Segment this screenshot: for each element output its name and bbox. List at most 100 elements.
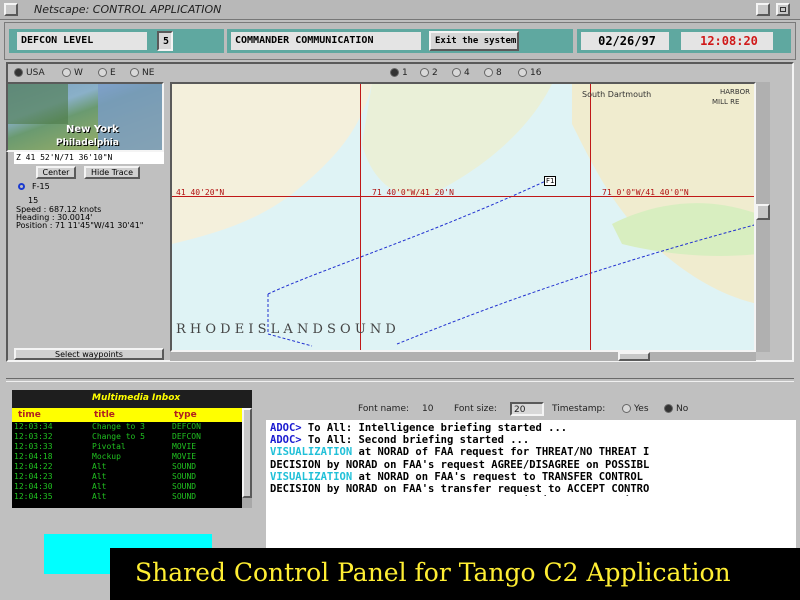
panel-divider	[6, 378, 794, 382]
track-marker[interactable]: F1	[544, 176, 557, 186]
land-mass-central	[362, 84, 552, 197]
maximize-button[interactable]	[776, 3, 790, 16]
log-line: VISUALIZATION at NORAD of FAA request fo…	[270, 446, 649, 458]
track-id: F-15	[32, 182, 50, 191]
inbox-row[interactable]: 12:03:32 Change to 5 DEFCON	[12, 432, 252, 442]
inbox-row[interactable]: 12:04:22 Alt SOUND	[12, 462, 252, 472]
log-prefix: VISUALIZATION	[270, 446, 353, 459]
log-line: DECISION by NORAD on FAA's request AGREE…	[270, 459, 649, 471]
overview-map[interactable]: New York Philadelphia	[6, 82, 164, 152]
log-text: at NORAD on FAA's request to TRANSFER CO…	[352, 470, 643, 483]
grid-coordinate: 71 0'0"W/41 40'0"N	[602, 188, 689, 197]
date-display: 02/26/97	[581, 32, 669, 50]
log-line: ADOC> To All: Intelligence briefing star…	[270, 422, 567, 434]
track-sub: 15	[28, 196, 39, 205]
scroll-thumb[interactable]	[618, 352, 650, 361]
time-display: 12:08:20	[681, 32, 773, 50]
inbox-row[interactable]: 12:04:18 Mockup MOVIE	[12, 452, 252, 462]
radio-icon	[62, 68, 71, 77]
inbox-title: Multimedia Inbox	[92, 393, 181, 403]
center-button[interactable]: Center	[36, 166, 76, 179]
grid-line	[590, 84, 591, 350]
region-option-usa[interactable]: USA	[14, 68, 45, 78]
radio-icon	[14, 68, 23, 77]
map-label-new-york: New York	[66, 124, 119, 135]
inbox-row[interactable]: 12:04:35 Alt SOUND	[12, 492, 252, 502]
inbox-table: time title type 12:03:34 Change to 3 DEFCO…	[12, 408, 252, 508]
defcon-label: DEFCON LEVEL	[17, 32, 147, 50]
position-readout: Z 41 52'N/71 36'10"N	[14, 152, 164, 164]
radio-icon	[484, 68, 493, 77]
region-option-e[interactable]: E	[98, 68, 116, 78]
defcon-group: DEFCON LEVEL 5	[9, 29, 224, 53]
font-name-label: Font name:	[358, 404, 410, 414]
scroll-thumb[interactable]	[756, 204, 770, 220]
timestamp-yes-option[interactable]: Yes	[622, 404, 649, 414]
map-horizontal-scrollbar[interactable]	[170, 352, 756, 361]
region-option-w[interactable]: W	[62, 68, 83, 78]
caption-text: Shared Control Panel for Tango C2 Applic…	[135, 558, 731, 587]
radio-icon	[98, 68, 107, 77]
log-line: VISUALIZATION at NORAD on FAA's request …	[270, 471, 643, 483]
control-toolbar: DEFCON LEVEL 5 COMMANDER COMMUNICATION E…	[4, 22, 796, 60]
grid-coordinate: 41 40'20"N	[176, 188, 225, 197]
log-prefix: ADOC>	[270, 434, 302, 447]
inbox-row[interactable]: 12:04:30 Alt SOUND	[12, 482, 252, 492]
radio-icon	[130, 68, 139, 77]
grid-coordinate: 71 40'0"W/41 20'N	[372, 188, 454, 197]
hide-trace-button[interactable]: Hide Trace	[84, 166, 140, 179]
land-mass-west	[172, 84, 372, 244]
log-text: To All: Second briefing started ...	[301, 434, 530, 447]
commander-communication-label: COMMANDER COMMUNICATION	[231, 32, 421, 50]
zoom-option-1[interactable]: 1	[390, 68, 408, 78]
zoom-option-2[interactable]: 2	[420, 68, 438, 78]
scroll-thumb[interactable]	[242, 408, 252, 498]
track-position: Position : 71 11'45"W/41 30'41"	[16, 221, 144, 230]
zoom-option-8[interactable]: 8	[484, 68, 502, 78]
timestamp-label: Timestamp:	[552, 404, 606, 414]
clock-group: 02/26/97 12:08:20	[577, 29, 791, 53]
water-label: R H O D E I S L A N D S O U N D	[176, 322, 396, 337]
column-header-type[interactable]: type	[174, 410, 197, 420]
column-header-title[interactable]: title	[94, 410, 115, 420]
window-menu-button[interactable]	[4, 3, 18, 16]
place-label: South Dartmouth	[582, 90, 652, 99]
radio-icon	[518, 68, 527, 77]
map-terrain	[172, 84, 754, 347]
flight-track-3	[267, 294, 313, 347]
region-option-ne[interactable]: NE	[130, 68, 154, 78]
log-text: To All: Intelligence briefing started ..…	[301, 422, 568, 434]
column-header-time[interactable]: time	[18, 410, 41, 420]
grid-line	[360, 84, 361, 350]
map-vertical-scrollbar[interactable]	[756, 82, 770, 352]
window-title: Netscape: CONTROL APPLICATION	[34, 3, 222, 16]
log-line: DECISION by NORAD on FAA's transfer requ…	[270, 483, 649, 495]
exit-system-button[interactable]: Exit the system	[429, 31, 519, 51]
font-size-label: Font size:	[454, 404, 497, 414]
log-prefix: ADOC>	[270, 422, 302, 434]
radio-icon	[420, 68, 429, 77]
log-options-bar: Font name: 10 Font size: 20 Timestamp: Y…	[266, 402, 796, 418]
select-waypoints-button[interactable]: Select waypoints	[14, 348, 164, 360]
aircraft-icon	[18, 183, 25, 190]
maximize-icon	[780, 7, 786, 12]
zoom-option-4[interactable]: 4	[452, 68, 470, 78]
zoom-option-16[interactable]: 16	[518, 68, 541, 78]
inbox-header: time title type	[12, 408, 252, 422]
main-map[interactable]: 41 40'20"N 71 40'0"W/41 20'N 71 0'0"W/41…	[170, 82, 756, 352]
font-name-value[interactable]: 10	[422, 404, 433, 414]
inbox-row[interactable]: 12:03:34 Change to 3 DEFCON	[12, 422, 252, 432]
inbox-row[interactable]: 12:03:33 Pivotal MOVIE	[12, 442, 252, 452]
font-size-select[interactable]: 20	[510, 402, 544, 416]
commander-group: COMMANDER COMMUNICATION Exit the system	[227, 29, 573, 53]
timestamp-no-option[interactable]: No	[664, 404, 688, 414]
defcon-value[interactable]: 5	[157, 31, 173, 51]
map-land	[8, 84, 68, 124]
log-text: by NORAD on FAA's request AGREE/DISAGREE…	[320, 458, 650, 471]
minimize-button[interactable]	[756, 3, 770, 16]
map-label-philadelphia: Philadelphia	[56, 138, 119, 148]
inbox-scrollbar[interactable]	[242, 408, 252, 508]
log-line: ADOC> To All: Second briefing started ..…	[270, 434, 529, 446]
place-label: MILL RE	[712, 98, 740, 106]
inbox-row[interactable]: 12:04:23 Alt SOUND	[12, 472, 252, 482]
